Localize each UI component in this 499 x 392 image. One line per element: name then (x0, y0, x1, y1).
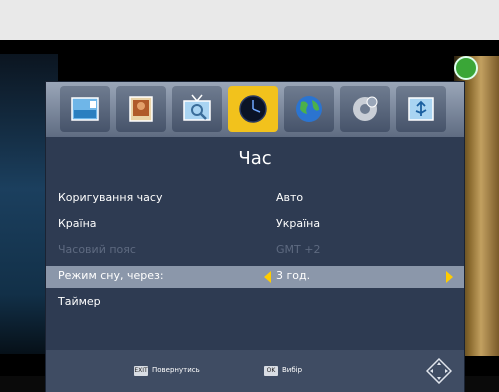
arrow-right-icon[interactable] (446, 271, 453, 283)
help-bar: EXIT Повернутись OK Вибір (46, 350, 464, 392)
page-title: Час (238, 148, 272, 169)
usb-icon (408, 97, 434, 121)
setting-row-country[interactable]: Країна Україна (46, 214, 464, 236)
tab-system[interactable] (340, 86, 390, 132)
back-hint: Повернутись (152, 366, 200, 374)
photo-icon (129, 96, 153, 122)
navigation-dpad-icon (426, 358, 452, 384)
setting-row-timezone: Часовий пояс GMT +2 (46, 240, 464, 262)
exit-key-icon: EXIT (134, 366, 148, 376)
setting-value: Україна (276, 217, 321, 230)
tab-channel-search[interactable] (172, 86, 222, 132)
status-indicator-icon (454, 56, 478, 80)
menu-icon-bar (46, 82, 464, 137)
setting-label: Країна (58, 217, 97, 230)
setting-label: Часовий пояс (58, 243, 136, 256)
time-settings-menu: Час Коригування часу Авто Країна Україна… (46, 82, 464, 392)
tab-usb[interactable] (396, 86, 446, 132)
setting-value: Авто (276, 191, 304, 204)
globe-icon (296, 96, 322, 122)
setting-row-sleep-mode[interactable]: Режим сну, через: 3 год. (46, 266, 464, 288)
setting-label: Коригування часу (58, 191, 163, 204)
setting-value: 3 год. (276, 269, 311, 282)
picture-settings-icon (71, 97, 99, 121)
tab-time[interactable] (228, 86, 278, 132)
ok-key-icon: OK (264, 366, 278, 376)
setting-row-timer[interactable]: Таймер (46, 292, 464, 314)
tab-region[interactable] (284, 86, 334, 132)
settings-gears-icon (353, 96, 378, 121)
setting-label: Таймер (58, 295, 101, 308)
setting-label: Режим сну, через: (58, 269, 164, 282)
arrow-left-icon[interactable] (264, 271, 271, 283)
tab-picture[interactable] (60, 86, 110, 132)
top-strip (0, 0, 499, 40)
setting-row-time-correction[interactable]: Коригування часу Авто (46, 188, 464, 210)
clock-icon (239, 95, 267, 123)
tv-screen: Час Коригування часу Авто Країна Україна… (0, 40, 499, 392)
setting-value: GMT +2 (276, 243, 321, 256)
tab-photo[interactable] (116, 86, 166, 132)
select-hint: Вибір (282, 366, 303, 374)
tv-search-icon (183, 94, 211, 121)
